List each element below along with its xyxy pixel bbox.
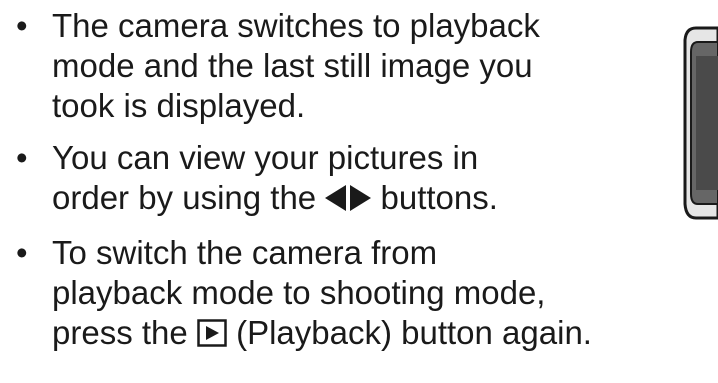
item2-line2-after: buttons.	[380, 179, 498, 216]
item1-line2: mode and the last still image you	[52, 47, 533, 84]
item3-line3: press the (Playback) button again.	[52, 313, 718, 356]
item1-line1: The camera switches to playback	[52, 7, 540, 44]
item3-line3-after: (Playback) button again.	[236, 314, 592, 351]
item2-line2-before: order by using the	[52, 179, 317, 216]
list-item: • The camera switches to playback mode a…	[0, 6, 718, 126]
instruction-list: • The camera switches to playback mode a…	[0, 6, 718, 368]
list-item: • To switch the camera from playback mod…	[0, 233, 718, 356]
item2-line1: You can view your pictures in	[52, 139, 479, 176]
item3-line3-before: press the	[52, 314, 188, 351]
item1-line3: took is displayed.	[52, 87, 306, 124]
item3-line1: To switch the camera from	[52, 234, 438, 271]
item3-line2: playback mode to shooting mode,	[52, 274, 546, 311]
bullet-dot: •	[16, 139, 28, 176]
bullet-dot: •	[16, 7, 28, 44]
camera-illustration	[682, 26, 718, 220]
manual-page: • The camera switches to playback mode a…	[0, 0, 718, 383]
left-right-arrow-buttons-icon	[325, 181, 372, 221]
playback-button-icon	[197, 316, 227, 356]
item2-line2: order by using the buttons.	[52, 178, 718, 221]
bullet-dot: •	[16, 234, 28, 271]
list-item: • You can view your pictures in order by…	[0, 138, 718, 221]
